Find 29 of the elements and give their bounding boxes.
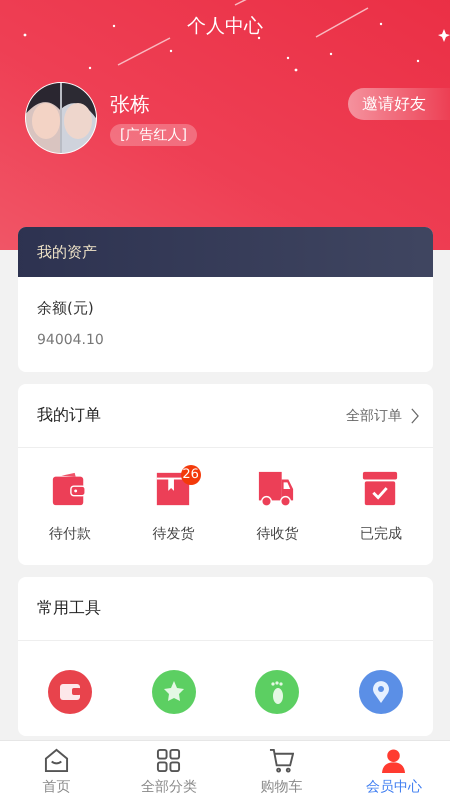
user-tag: [广告红人] [110,124,197,146]
invite-friends-button[interactable]: 邀请好友 [348,88,450,120]
chevron-right-icon [410,408,419,424]
tab[interactable]: 全部分类 [112,741,225,800]
assets-title: 我的资产 [37,242,97,262]
tools-title: 常用工具 [37,598,101,619]
balance-value: 94004.10 [37,332,105,348]
count-badge: 26 [180,465,201,485]
truck-icon [257,470,296,508]
order-status-item[interactable]: 待收货 [226,464,330,543]
home-icon [44,748,69,773]
box-check-icon [361,470,400,508]
balance-label: 余额(元) [37,299,95,318]
tab[interactable]: 会员中心 [338,741,450,800]
all-orders-link[interactable]: 全部订单 [346,406,419,424]
user-name: 张栋 [110,90,151,118]
grid-icon [156,748,182,773]
order-status-item[interactable]: 待付款 [18,464,122,543]
orders-title: 我的订单 [37,405,101,426]
tab[interactable]: 购物车 [225,741,338,800]
location-pin-icon[interactable] [359,670,404,714]
cart-icon [268,748,294,773]
order-status-item[interactable]: 26 待发货 [122,464,226,543]
page-title: 个人中心 [186,14,264,39]
person-icon [381,748,406,773]
order-status-item[interactable]: 已完成 [329,464,433,543]
tab[interactable]: 首页 [0,741,112,800]
wallet-icon[interactable] [48,670,92,714]
footprint-icon[interactable] [255,670,300,714]
